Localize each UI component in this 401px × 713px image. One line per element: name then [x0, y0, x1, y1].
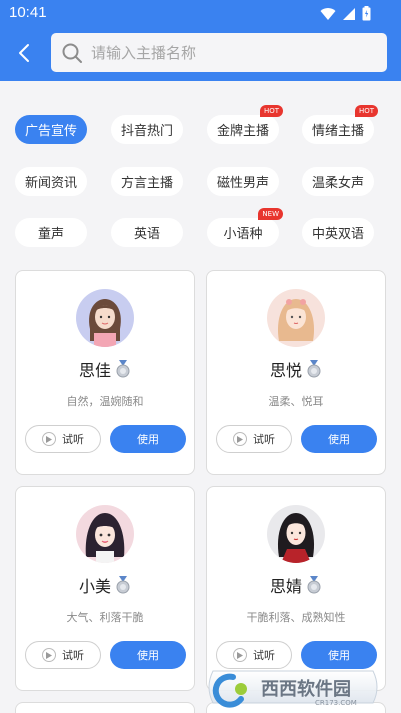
back-button[interactable]: [14, 40, 36, 66]
listen-label: 试听: [62, 433, 84, 446]
listen-button[interactable]: 试听: [25, 425, 101, 453]
name-row: 思婧: [207, 573, 385, 597]
listen-button[interactable]: 试听: [216, 425, 292, 453]
chip-douyin-hot[interactable]: 抖音热门: [111, 115, 183, 144]
voice-name: 小美: [78, 577, 111, 596]
chip-female-voice[interactable]: 温柔女声: [302, 167, 374, 196]
svg-text:CR173.COM: CR173.COM: [315, 699, 357, 707]
chip-male-voice[interactable]: 磁性男声: [207, 167, 279, 196]
listen-button[interactable]: 试听: [25, 641, 101, 669]
voice-card: 思悦 温柔、悦耳 试听 使用: [206, 270, 386, 475]
use-label: 使用: [328, 433, 350, 446]
search-icon: [62, 43, 82, 63]
use-button[interactable]: 使用: [110, 425, 186, 453]
chip-label: 中英双语: [311, 227, 364, 242]
chip-label: 广告宣传: [24, 124, 77, 139]
chip-news[interactable]: 新闻资讯: [15, 167, 87, 196]
chip-label: 童声: [37, 227, 64, 242]
name-row: 小美: [16, 573, 194, 597]
chip-minor-language[interactable]: 小语种 NEW: [207, 208, 283, 247]
chip-label: 金牌主播: [216, 124, 269, 139]
chip-label: 磁性男声: [216, 176, 269, 191]
chip-label: 温柔女声: [311, 176, 364, 191]
medal-icon: [307, 576, 321, 594]
voice-card: 小美 大气、利落干脆 试听 使用: [15, 486, 195, 691]
avatar: [76, 505, 134, 563]
voice-card-partial: [15, 702, 195, 713]
chip-dialect[interactable]: 方言主播: [111, 167, 183, 196]
medal-icon: [307, 360, 321, 378]
listen-label: 试听: [253, 433, 275, 446]
use-button[interactable]: 使用: [301, 425, 377, 453]
voice-card: 思婧 干脆利落、成熟知性 试听 使用: [206, 486, 386, 691]
hot-badge: HOT: [354, 105, 378, 117]
signal-icon: [343, 7, 355, 20]
wifi-icon: [320, 7, 336, 20]
chip-label: 小语种: [223, 227, 263, 242]
voice-name: 思佳: [78, 361, 111, 380]
chip-ad-promo[interactable]: 广告宣传: [15, 115, 87, 144]
use-label: 使用: [137, 649, 159, 662]
use-label: 使用: [137, 433, 159, 446]
voice-description: 自然，温婉随和: [66, 395, 144, 408]
chip-label: 情绪主播: [311, 124, 364, 139]
avatar: [76, 289, 134, 347]
chip-child-voice[interactable]: 童声: [15, 218, 87, 247]
chevron-left-icon: [19, 44, 29, 62]
status-time: 10:41: [9, 4, 47, 21]
status-icons: [320, 6, 371, 21]
name-row: 思悦: [207, 357, 385, 381]
play-icon: [42, 648, 56, 662]
listen-label: 试听: [62, 649, 84, 662]
search-box[interactable]: [51, 33, 387, 72]
play-icon: [233, 648, 247, 662]
chip-gold-anchor[interactable]: 金牌主播 HOT: [207, 105, 283, 144]
header-bar: [0, 28, 401, 81]
chip-label: 抖音热门: [120, 124, 173, 139]
name-row: 思佳: [16, 357, 194, 381]
avatar: [267, 505, 325, 563]
chip-label: 方言主播: [120, 176, 173, 191]
use-button[interactable]: 使用: [110, 641, 186, 669]
chip-label: 新闻资讯: [24, 176, 77, 191]
use-label: 使用: [328, 649, 350, 662]
chip-label: 英语: [133, 227, 160, 242]
svg-text:西西软件园: 西西软件园: [261, 678, 351, 700]
voice-description: 温柔、悦耳: [268, 395, 324, 408]
voice-description: 干脆利落、成熟知性: [246, 611, 346, 624]
medal-icon: [116, 360, 130, 378]
search-input[interactable]: [91, 43, 361, 62]
status-bar: 10:41: [0, 0, 401, 28]
voice-name: 思婧: [269, 577, 302, 596]
voice-card: 思佳 自然，温婉随和 试听 使用: [15, 270, 195, 475]
listen-label: 试听: [253, 649, 275, 662]
watermark-logo: 西西软件园 CR173.COM: [208, 670, 378, 708]
chip-english[interactable]: 英语: [111, 218, 183, 247]
avatar: [267, 289, 325, 347]
chip-emotion-anchor[interactable]: 情绪主播 HOT: [302, 105, 378, 144]
chip-bilingual[interactable]: 中英双语: [302, 218, 374, 247]
voice-name: 思悦: [269, 361, 302, 380]
play-icon: [42, 432, 56, 446]
voice-description: 大气、利落干脆: [66, 611, 144, 624]
medal-icon: [116, 576, 130, 594]
battery-icon: [362, 6, 371, 21]
new-badge: NEW: [258, 208, 283, 220]
hot-badge: HOT: [259, 105, 283, 117]
play-icon: [233, 432, 247, 446]
